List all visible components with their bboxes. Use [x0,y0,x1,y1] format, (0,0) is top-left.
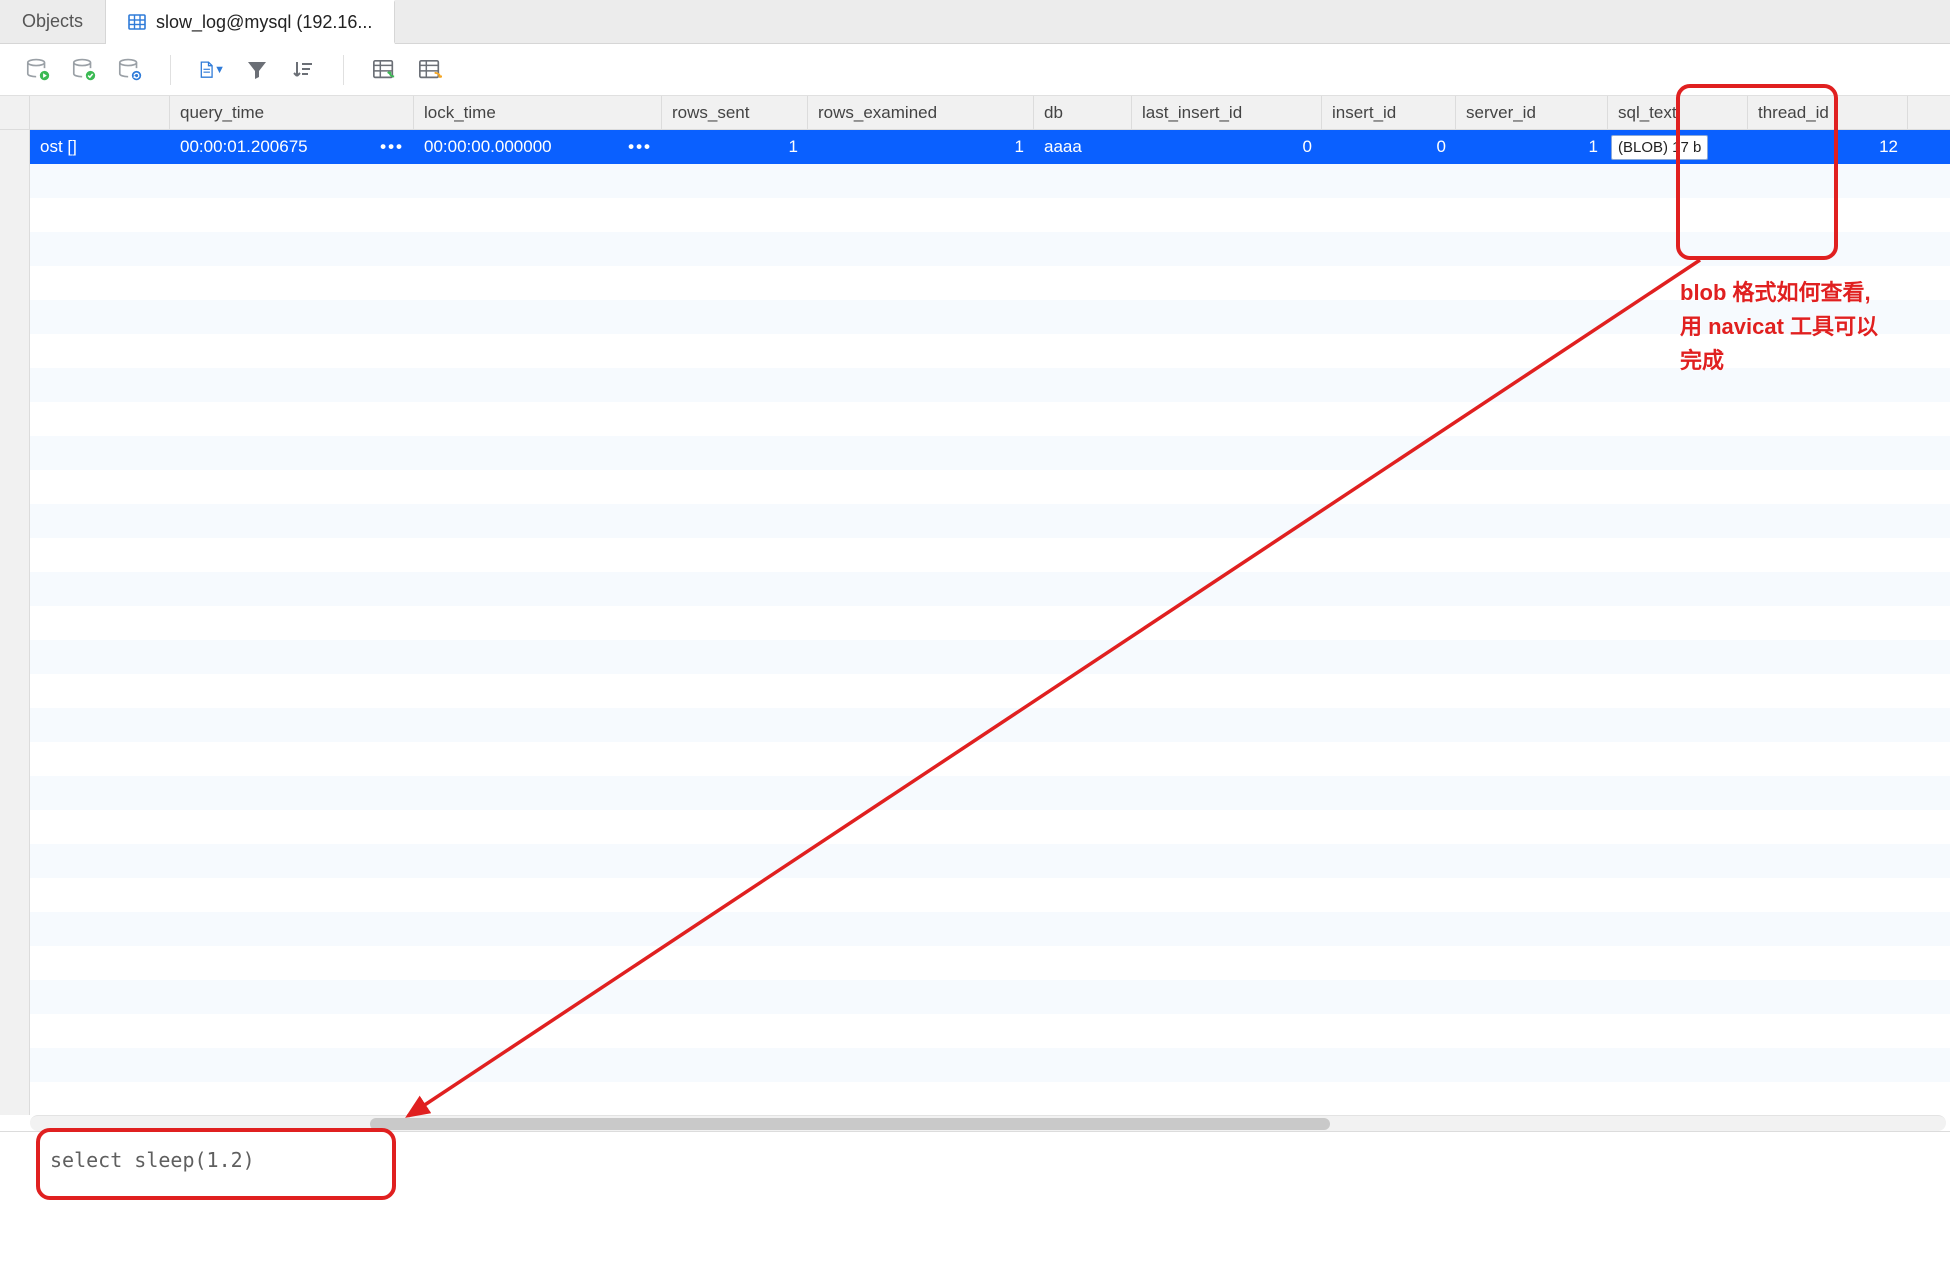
grid-body: I ost [] 00:00:01.200675 ••• 00:00:00.00… [0,130,1950,1115]
tab-slow-log-label: slow_log@mysql (192.16... [156,12,372,33]
db-start-button[interactable] [24,56,52,84]
cell-server-id[interactable]: 1 [1456,130,1608,164]
document-button[interactable]: ▼ [197,56,225,84]
col-header-last-insert-id[interactable]: last_insert_id [1132,96,1322,129]
cell-query-time[interactable]: 00:00:01.200675 ••• [170,130,414,164]
cell-rows-sent[interactable]: 1 [662,130,808,164]
col-header-rows-examined[interactable]: rows_examined [808,96,1034,129]
tab-strip: Objects slow_log@mysql (192.16... [0,0,1950,44]
db-refresh-button[interactable] [116,56,144,84]
ellipsis-icon[interactable]: ••• [380,137,404,157]
blob-viewer-panel: select sleep(1.2) [0,1131,1950,1262]
cell-lock-time[interactable]: 00:00:00.000000 ••• [414,130,662,164]
toolbar-divider [170,55,171,85]
cell-last-insert-id[interactable]: 0 [1132,130,1322,164]
col-header-sql-text[interactable]: sql_text [1608,96,1748,129]
table-row[interactable]: I ost [] 00:00:01.200675 ••• 00:00:00.00… [0,130,1950,164]
cell-rows-examined[interactable]: 1 [808,130,1034,164]
col-header-user-host[interactable] [30,96,170,129]
blob-content-text[interactable]: select sleep(1.2) [50,1148,255,1172]
table-icon [128,13,146,31]
col-header-thread-id[interactable]: thread_id [1748,96,1908,129]
col-header-rows-sent[interactable]: rows_sent [662,96,808,129]
col-header-lock-time[interactable]: lock_time [414,96,662,129]
scrollbar-thumb[interactable] [370,1118,1330,1130]
cell-db[interactable]: aaaa [1034,130,1132,164]
cell-thread-id[interactable]: 12 [1748,130,1908,164]
toolbar-divider-2 [343,55,344,85]
cell-sql-text[interactable]: (BLOB) 17 b [1608,130,1748,164]
db-ok-button[interactable] [70,56,98,84]
sort-button[interactable] [289,56,317,84]
col-header-insert-id[interactable]: insert_id [1322,96,1456,129]
tab-objects[interactable]: Objects [0,0,106,43]
col-header-server-id[interactable]: server_id [1456,96,1608,129]
cell-user-host[interactable]: ost [] [30,130,170,164]
toolbar: ▼ [0,44,1950,96]
import-button[interactable] [370,56,398,84]
dropdown-caret-icon: ▼ [214,64,225,76]
grid-gutter [0,130,30,1115]
export-button[interactable] [416,56,444,84]
ellipsis-icon[interactable]: ••• [628,137,652,157]
col-header-db[interactable]: db [1034,96,1132,129]
gutter-header [0,96,30,129]
col-header-query-time[interactable]: query_time [170,96,414,129]
grid-header: query_time lock_time rows_sent rows_exam… [0,96,1950,130]
grid-background [30,130,1950,1115]
tab-slow-log[interactable]: slow_log@mysql (192.16... [106,0,395,44]
tab-objects-label: Objects [22,11,83,32]
cell-insert-id[interactable]: 0 [1322,130,1456,164]
blob-badge: (BLOB) 17 b [1611,135,1708,160]
data-grid: query_time lock_time rows_sent rows_exam… [0,96,1950,1131]
filter-button[interactable] [243,56,271,84]
horizontal-scrollbar[interactable] [30,1115,1946,1131]
